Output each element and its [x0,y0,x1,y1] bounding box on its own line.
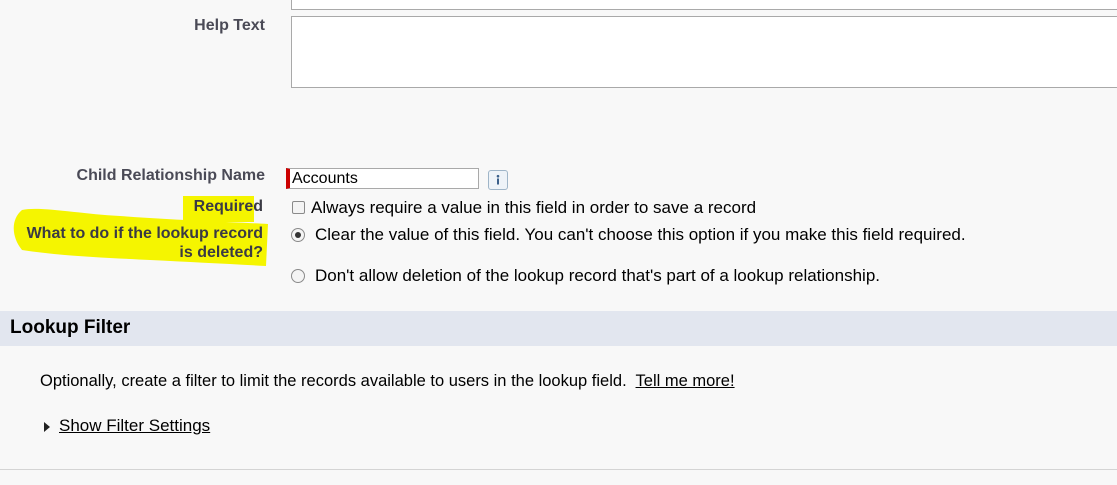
lookup-filter-description-text: Optionally, create a filter to limit the… [40,372,627,390]
lookup-filter-section-header [0,311,1117,346]
show-filter-settings-toggle[interactable]: Show Filter Settings [42,416,210,436]
triangle-right-icon [44,422,50,432]
delete-label-line1: What to do if the lookup record [26,225,263,242]
delete-option-label: What to do if the lookup record is delet… [27,224,263,262]
clear-value-radio-label: Clear the value of this field. You can't… [315,225,966,244]
lookup-filter-description: Optionally, create a filter to limit the… [40,372,735,391]
info-button[interactable] [488,170,508,190]
prevent-deletion-radio[interactable] [291,269,305,283]
required-checkbox[interactable] [292,201,305,214]
lookup-filter-title: Lookup Filter [10,317,131,338]
required-checkbox-label: Always require a value in this field in … [311,198,757,217]
prevent-deletion-radio-label: Don't allow deletion of the lookup recor… [315,266,881,285]
previous-field-input[interactable] [291,0,1117,10]
tell-me-more-link[interactable]: Tell me more! [636,372,735,390]
radio-selected-dot [295,232,301,238]
info-icon [496,174,500,185]
section-divider [0,469,1117,470]
show-filter-settings-link[interactable]: Show Filter Settings [59,416,210,436]
child-relationship-name-input[interactable]: Accounts [286,168,479,189]
clear-value-radio[interactable] [291,228,305,242]
delete-label-line2: is deleted? [179,244,263,261]
help-text-textarea[interactable] [291,16,1117,88]
